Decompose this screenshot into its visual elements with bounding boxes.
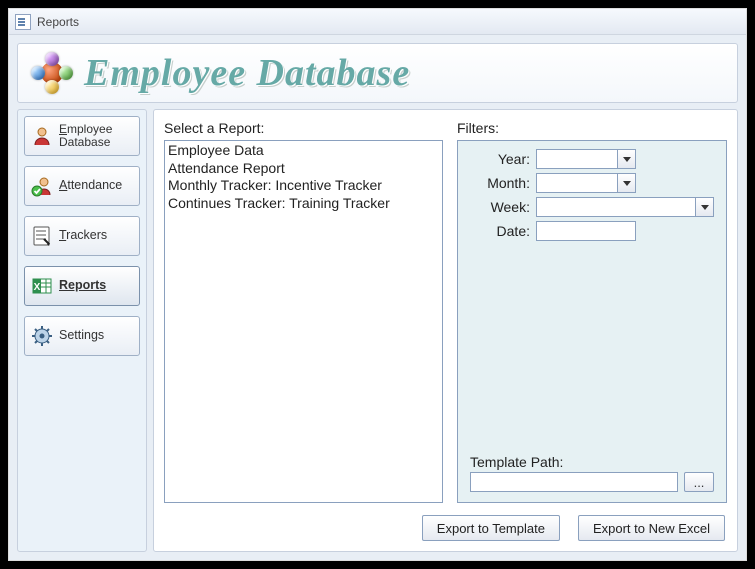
sidebar-item-trackers[interactable]: Trackers [24, 216, 140, 256]
year-combo[interactable] [536, 149, 636, 169]
list-item[interactable]: Employee Data [168, 142, 439, 160]
sidebar-item-label: Settings [59, 329, 135, 343]
template-path-input[interactable] [470, 472, 678, 492]
export-to-new-excel-button[interactable]: Export to New Excel [578, 515, 725, 541]
year-input[interactable] [537, 150, 617, 168]
columns: Select a Report: Employee Data Attendanc… [164, 120, 727, 503]
content: EmployeeDatabase Attendance [17, 109, 738, 552]
titlebar: Reports [9, 9, 746, 35]
sidebar-item-reports[interactable]: X Reports [24, 266, 140, 306]
sidebar-item-settings[interactable]: Settings [24, 316, 140, 356]
chevron-down-icon[interactable] [617, 174, 635, 192]
week-input[interactable] [537, 198, 695, 216]
gear-icon [29, 323, 55, 349]
attendance-icon [29, 173, 55, 199]
report-icon [15, 14, 31, 30]
list-item[interactable]: Monthly Tracker: Incentive Tracker [168, 177, 439, 195]
person-icon [29, 123, 55, 149]
week-combo[interactable] [536, 197, 714, 217]
sidebar-item-label: Reports [59, 279, 135, 293]
template-path-section: Template Path: ... [470, 454, 714, 492]
main-pane: Select a Report: Employee Data Attendanc… [153, 109, 738, 552]
date-label: Date: [470, 223, 530, 239]
month-combo[interactable] [536, 173, 636, 193]
chevron-down-icon[interactable] [695, 198, 713, 216]
filters-label: Filters: [457, 120, 727, 136]
sidebar-item-label: EmployeeDatabase [59, 123, 135, 149]
sidebar-item-label: Trackers [59, 229, 135, 243]
select-report-label: Select a Report: [164, 120, 443, 136]
filters-column: Filters: Year: Month: [457, 120, 727, 503]
list-item[interactable]: Attendance Report [168, 160, 439, 178]
template-path-label: Template Path: [470, 454, 714, 470]
report-listbox[interactable]: Employee Data Attendance Report Monthly … [164, 140, 443, 503]
year-label: Year: [470, 151, 530, 167]
logo-icon [32, 53, 72, 93]
filters-panel: Year: Month: [457, 140, 727, 503]
svg-text:X: X [34, 282, 41, 293]
footer-buttons: Export to Template Export to New Excel [422, 515, 725, 541]
browse-button[interactable]: ... [684, 472, 714, 492]
week-label: Week: [470, 199, 530, 215]
window-title: Reports [37, 15, 79, 29]
sidebar-item-label: Attendance [59, 179, 135, 193]
list-item[interactable]: Continues Tracker: Training Tracker [168, 195, 439, 213]
report-select-column: Select a Report: Employee Data Attendanc… [164, 120, 443, 503]
export-to-template-button[interactable]: Export to Template [422, 515, 560, 541]
month-label: Month: [470, 175, 530, 191]
trackers-icon [29, 223, 55, 249]
chevron-down-icon[interactable] [617, 150, 635, 168]
month-input[interactable] [537, 174, 617, 192]
excel-icon: X [29, 273, 55, 299]
sidebar: EmployeeDatabase Attendance [17, 109, 147, 552]
header: Employee Database [17, 43, 738, 103]
window-frame: Reports Employee Database EmployeeDataba… [8, 8, 747, 561]
sidebar-item-employee-database[interactable]: EmployeeDatabase [24, 116, 140, 156]
sidebar-item-attendance[interactable]: Attendance [24, 166, 140, 206]
date-input[interactable] [536, 221, 636, 241]
app-title: Employee Database [84, 51, 410, 95]
